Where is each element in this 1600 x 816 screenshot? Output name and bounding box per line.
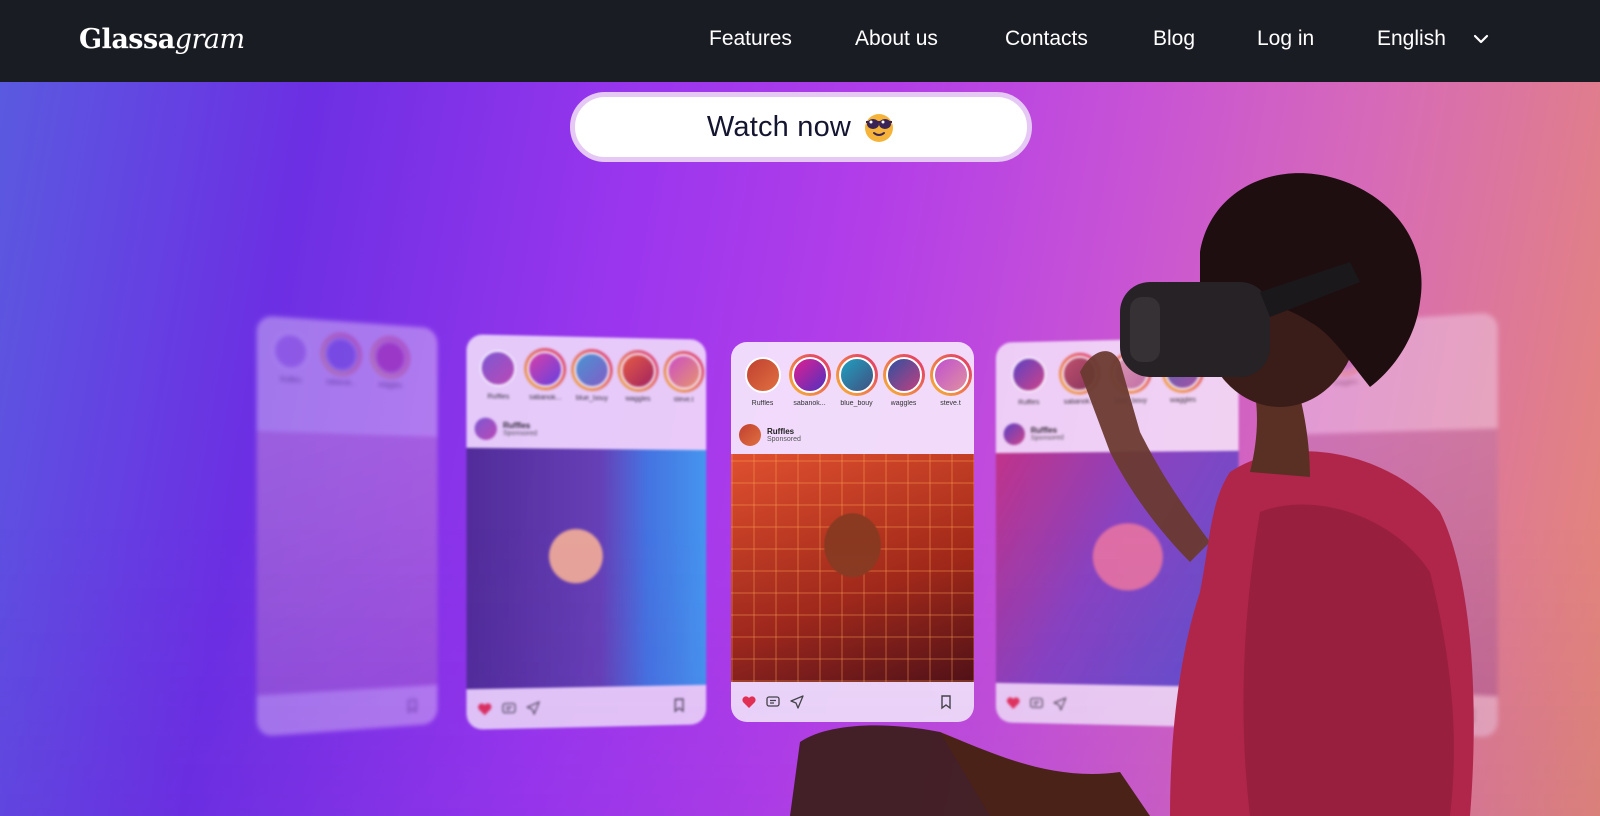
comment-icon[interactable] [765, 694, 781, 710]
feed-card: Ruffles sabanok... waggles [256, 315, 438, 737]
nav-link-about-us[interactable]: About us [855, 27, 938, 51]
smiling-face-with-sunglasses-icon [865, 114, 894, 142]
post-photo [466, 447, 707, 690]
nav-link-log-in[interactable]: Log in [1257, 27, 1314, 51]
nav-link-contacts[interactable]: Contacts [1005, 27, 1088, 51]
story[interactable]: waggles [366, 335, 414, 403]
story[interactable]: Ruffles [475, 347, 522, 415]
post-sponsored: Sponsored [502, 429, 538, 438]
story[interactable]: Ruffles [739, 354, 786, 420]
feed-card: Ruffles sabanok... blue_bouy waggles ste… [466, 334, 707, 730]
post-photo [256, 430, 438, 696]
nav-link-blog[interactable]: Blog [1153, 27, 1195, 51]
post-actions [477, 695, 695, 719]
bookmark-icon[interactable] [671, 697, 687, 713]
story[interactable]: waggles [615, 349, 661, 416]
story[interactable]: blue_bouy [569, 348, 615, 416]
comment-icon[interactable] [501, 700, 517, 716]
stories-row: Ruffles sabanok... waggles [257, 315, 438, 404]
post-author[interactable]: Ruffles [503, 421, 537, 430]
language-selected: English [1377, 27, 1446, 50]
nav-links: Features About us Contacts Blog Log in [0, 27, 1600, 55]
language-select[interactable]: English [1377, 27, 1490, 51]
post-avatar[interactable] [474, 417, 497, 441]
bookmark-icon[interactable] [405, 698, 420, 715]
story[interactable]: sabanok... [316, 332, 366, 401]
watch-now-button[interactable]: Watch now [570, 92, 1032, 162]
hero-section: Watch now Ruffles sabanok... waggles Ruf… [0, 82, 1600, 816]
navbar: Glassagram Features About us Contacts Bl… [0, 0, 1600, 82]
heart-icon[interactable] [741, 694, 757, 710]
watch-now-label: Watch now [706, 110, 852, 143]
heart-icon[interactable] [477, 701, 493, 718]
story[interactable]: Ruffles [265, 328, 317, 398]
chevron-down-icon [1473, 34, 1488, 44]
post-actions [267, 695, 427, 726]
post-avatar[interactable] [739, 424, 761, 446]
person-vr-headset-image [790, 173, 1474, 816]
story[interactable]: steve.t [661, 350, 706, 417]
stories-row: Ruffles sabanok... blue_bouy waggles ste… [466, 334, 706, 416]
share-icon[interactable] [525, 700, 541, 716]
story[interactable]: sabanok... [522, 347, 569, 415]
nav-link-features[interactable]: Features [709, 27, 792, 51]
post-header: Ruffles Sponsored [474, 417, 538, 441]
